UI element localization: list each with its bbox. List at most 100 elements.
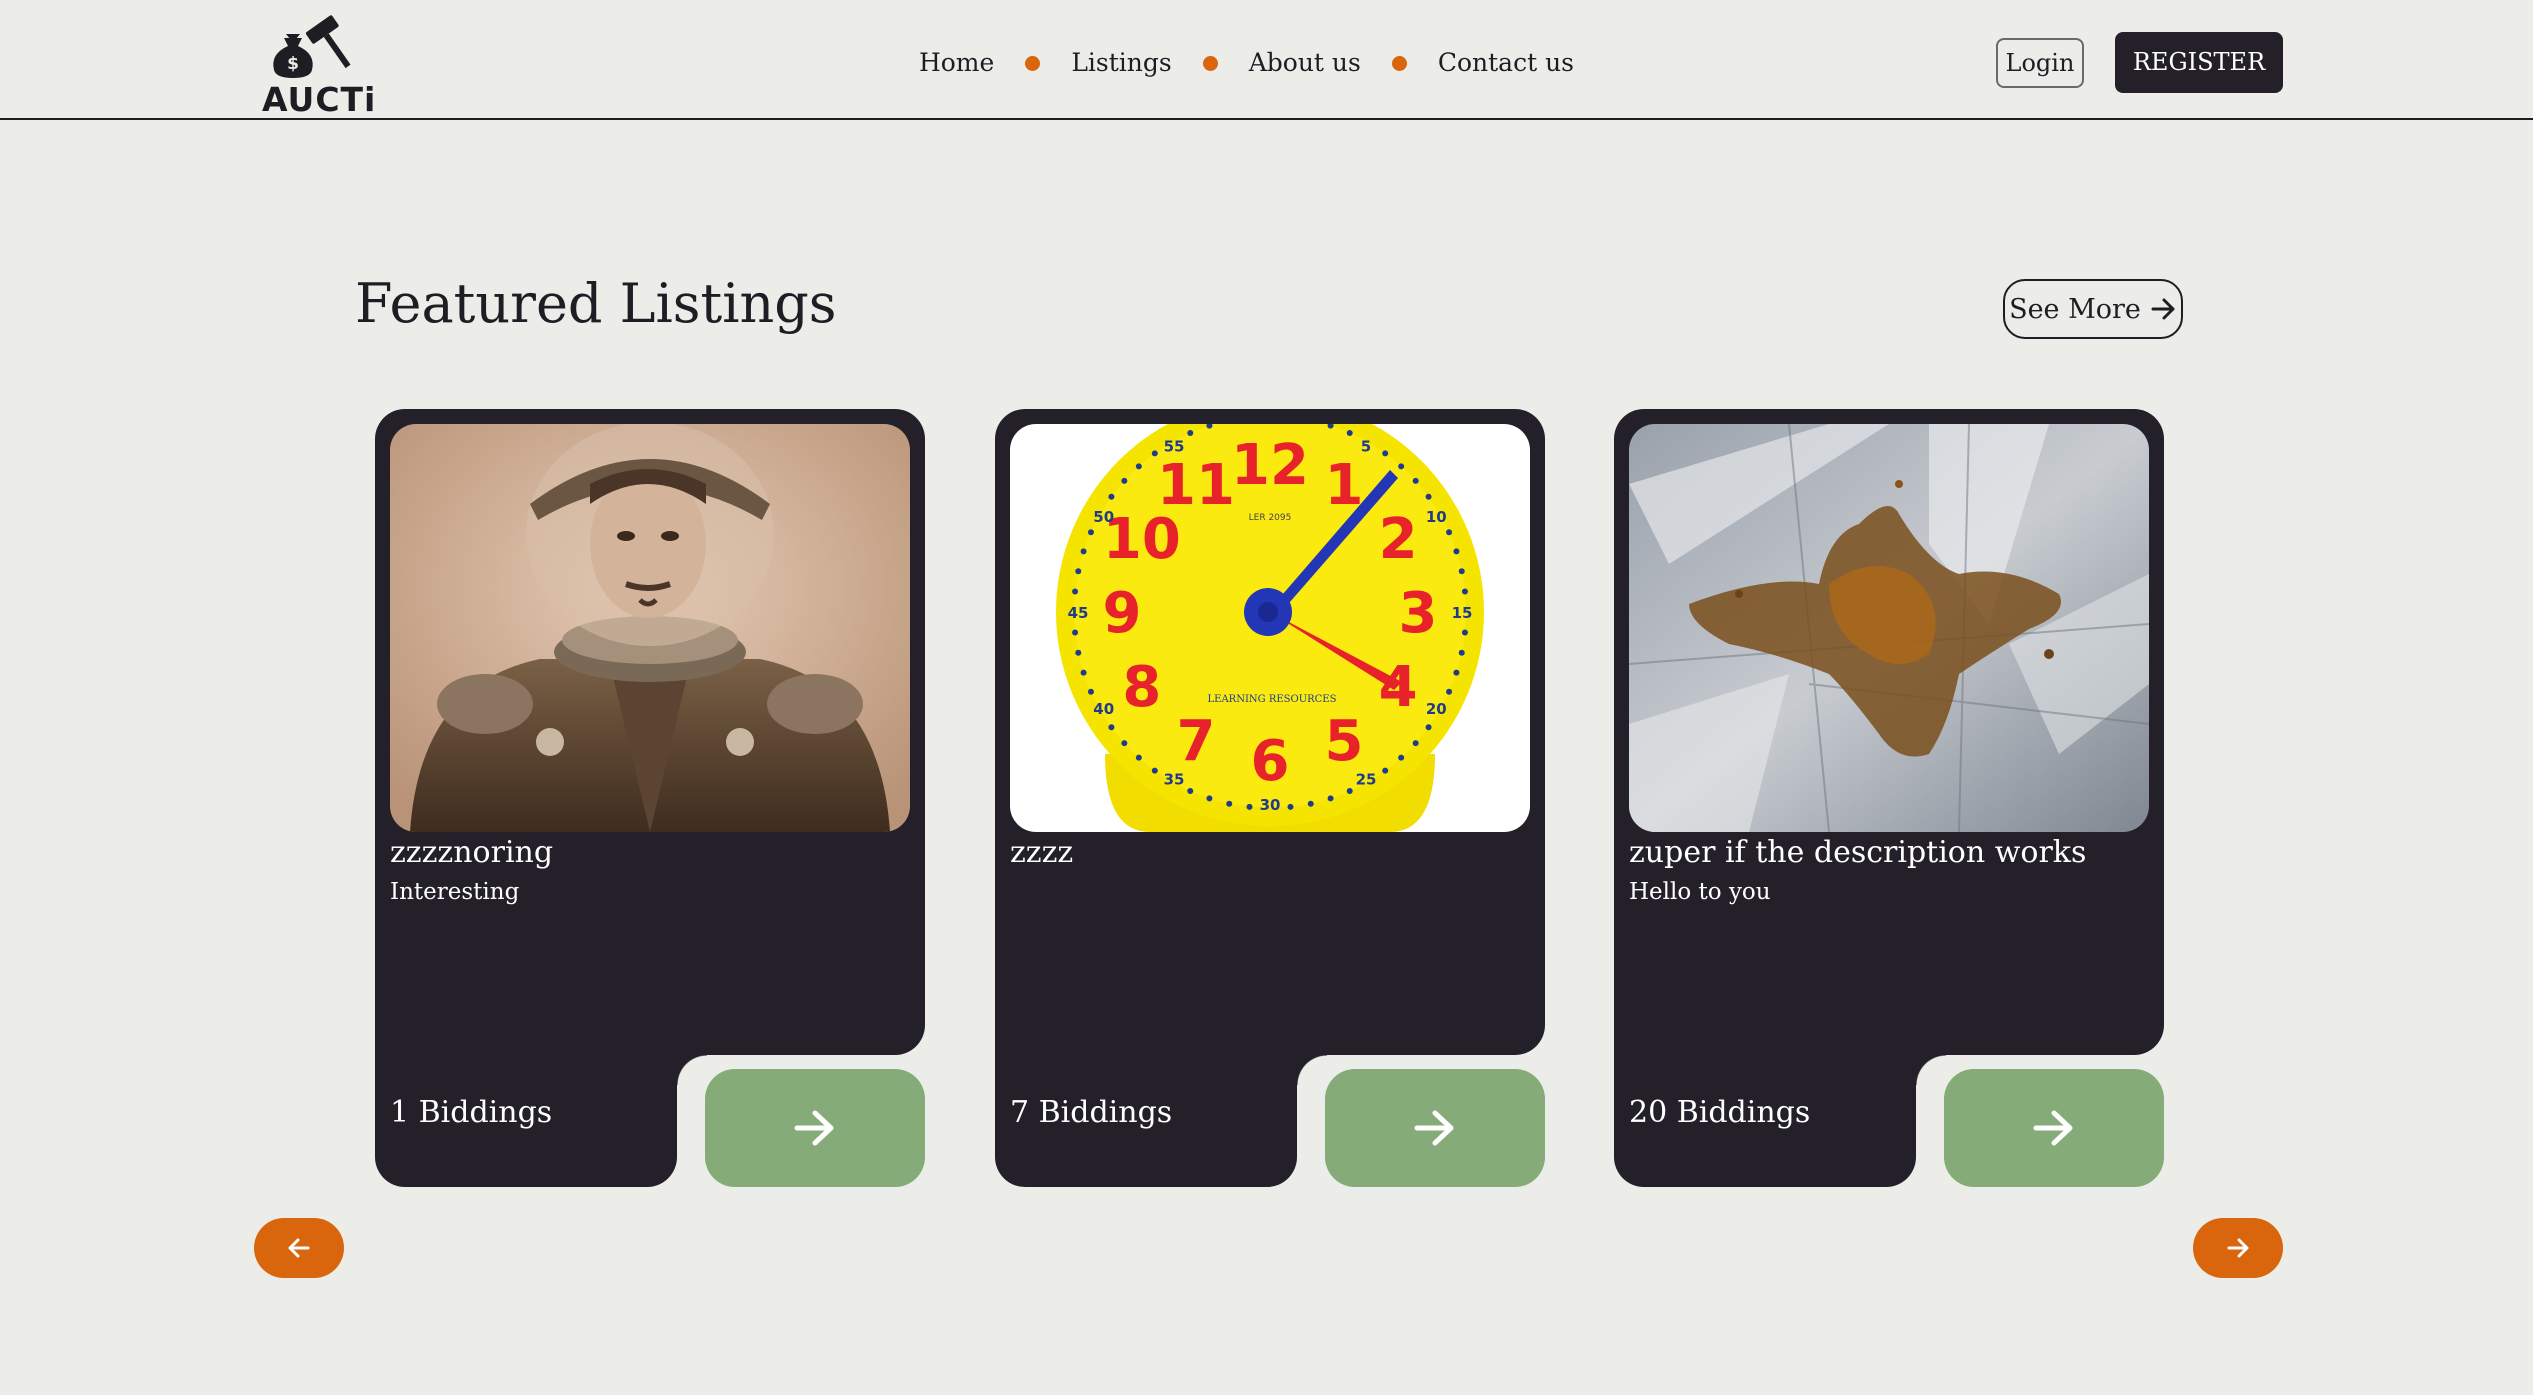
clock-hour-numeral: 2 [1379, 507, 1418, 572]
listing-description: Hello to you [1629, 879, 1771, 905]
arrow-right-icon [794, 1110, 834, 1146]
clock-minute-label: 35 [1164, 770, 1185, 788]
clock-minute-dot [1382, 767, 1389, 774]
clock-minute-dot [1307, 800, 1314, 807]
clock-minute-dot [1072, 629, 1079, 636]
clock-minute-dot [1246, 803, 1253, 810]
nav-separator-dot [1202, 55, 1218, 71]
clock-minute-dot [1382, 450, 1389, 457]
clock-minute-dot [1080, 548, 1087, 555]
clock-minute-dot [1453, 669, 1460, 676]
clock-minute-dot [1446, 688, 1453, 695]
clock-minute-dot [1287, 803, 1294, 810]
clock-minute-dot [1346, 788, 1353, 795]
see-more-label: See More [2009, 293, 2141, 325]
clock-minute-label: 55 [1164, 438, 1185, 456]
arrow-right-icon [1414, 1110, 1454, 1146]
view-listing-button[interactable] [1325, 1069, 1545, 1187]
clock-minute-label: 25 [1356, 770, 1377, 788]
clock-minute-dot [1187, 429, 1194, 436]
clock-hour-numeral: 4 [1379, 655, 1418, 720]
clock-minute-label: 5 [1361, 438, 1371, 456]
clock-hour-numeral: 7 [1177, 709, 1216, 774]
register-button[interactable]: REGISTER [2115, 32, 2283, 93]
nav-item-home[interactable]: Home [919, 44, 994, 82]
clock-minute-dot [1187, 788, 1194, 795]
listing-card: zuper if the description works Hello to … [1614, 409, 2164, 1187]
clock-minute-label: 45 [1068, 604, 1089, 622]
clock-minute-dot [1072, 588, 1079, 595]
listing-image[interactable]: 12 1 2 3 4 5 6 7 8 9 10 11 5 10 15 20 25 30 35 40 45 50 55 LER… [1010, 424, 1530, 832]
listing-image[interactable] [1629, 424, 2149, 832]
clock-hour-numeral: 8 [1122, 655, 1161, 720]
clock-minute-dot [1461, 629, 1468, 636]
clock-minute-dot [1108, 724, 1115, 731]
carousel-next-button[interactable] [2193, 1218, 2283, 1278]
section-title: Featured Listings [355, 272, 837, 335]
clock-minute-dot [1458, 568, 1465, 575]
clock-minute-dot [1151, 767, 1158, 774]
clock-minute-dot [1087, 688, 1094, 695]
clock-minute-dot [1446, 529, 1453, 536]
clock-minute-dot [1087, 529, 1094, 536]
login-button[interactable]: Login [1996, 38, 2084, 88]
clock-hour-numeral: 12 [1231, 433, 1309, 498]
listing-bid-count: 20 Biddings [1629, 1095, 1811, 1130]
listing-title[interactable]: zzzznoring [390, 835, 553, 870]
clock-minute-label: 20 [1426, 700, 1447, 718]
clock-minute-dot [1327, 795, 1334, 802]
listing-bid-count: 7 Biddings [1010, 1095, 1173, 1130]
listing-card: 12 1 2 3 4 5 6 7 8 9 10 11 5 10 15 20 25 30 35 40 45 50 55 LER… [995, 409, 1545, 1187]
carousel-prev-button[interactable] [254, 1218, 344, 1278]
see-more-button[interactable]: See More [2003, 279, 2183, 339]
clock-minute-dot [1425, 724, 1432, 731]
clock-model-label: LER 2095 [1249, 513, 1292, 523]
listing-title[interactable]: zzzz [1010, 835, 1073, 870]
nav-item-about-us[interactable]: About us [1249, 44, 1361, 82]
clock-minute-label: 15 [1452, 604, 1473, 622]
clock-hour-numeral: 9 [1103, 581, 1142, 646]
logo-text: AUCTi [262, 80, 377, 119]
clock-minute-dot [1080, 669, 1087, 676]
nav-separator-dot [1391, 55, 1407, 71]
arrow-right-icon [2151, 298, 2175, 320]
clock-minute-dot [1412, 740, 1419, 747]
clock-minute-label: 10 [1426, 508, 1447, 526]
arrow-right-icon [2033, 1110, 2073, 1146]
clock-minute-dot [1425, 493, 1432, 500]
clock-minute-label: 40 [1093, 700, 1114, 718]
listing-title[interactable]: zuper if the description works [1629, 835, 2086, 870]
clock-minute-dot [1453, 548, 1460, 555]
listing-image[interactable] [390, 424, 910, 832]
clock-minute-dot [1121, 477, 1128, 484]
arrow-left-icon [288, 1238, 310, 1258]
clock-minute-dot [1121, 740, 1128, 747]
clock-minute-label: 50 [1093, 508, 1114, 526]
view-listing-button[interactable] [1944, 1069, 2164, 1187]
clock-minute-dot [1458, 649, 1465, 656]
clock-minute-dot [1075, 649, 1082, 656]
clock-minute-dot [1206, 795, 1213, 802]
listing-card: zzzznoring Interesting 1 Biddings [375, 409, 925, 1187]
nav-separator-dot [1025, 55, 1041, 71]
site-header: $ AUCTi Home Listings About us Contact u… [0, 0, 2533, 120]
clock-hour-numeral: 6 [1251, 729, 1290, 794]
clock-minute-dot [1226, 800, 1233, 807]
clock-minute-dot [1398, 754, 1405, 761]
view-listing-button[interactable] [705, 1069, 925, 1187]
clock-minute-dot [1075, 568, 1082, 575]
listing-description: Interesting [390, 879, 520, 905]
clock-minute-dot [1108, 493, 1115, 500]
nav-item-listings[interactable]: Listings [1071, 44, 1171, 82]
clock-hour-numeral: 11 [1157, 453, 1235, 518]
clock-minute-dot [1412, 477, 1419, 484]
clock-minute-dot [1398, 463, 1405, 470]
nav-item-contact-us[interactable]: Contact us [1438, 44, 1574, 82]
clock-minute-dot [1135, 463, 1142, 470]
listing-bid-count: 1 Biddings [390, 1095, 553, 1130]
clock-minute-dot [1346, 429, 1353, 436]
clock-minute-dot [1135, 754, 1142, 761]
clock-hour-numeral: 5 [1325, 709, 1364, 774]
clock-brand-label: LEARNING RESOURCES [1208, 694, 1337, 705]
clock-minute-label: 30 [1260, 796, 1281, 814]
